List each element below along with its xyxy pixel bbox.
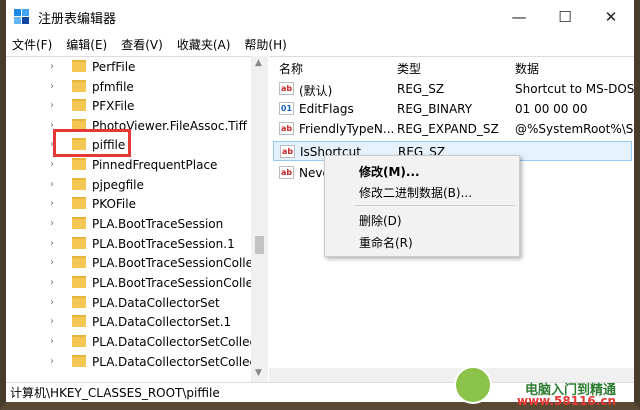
column-header-data[interactable]: 数据 — [515, 60, 539, 77]
tree-item-label: PLA.BootTraceSession — [92, 216, 224, 231]
chevron-right-icon[interactable]: › — [50, 356, 54, 367]
chevron-right-icon[interactable]: › — [50, 277, 54, 288]
tree-item-label: PFXFile — [92, 98, 135, 113]
folder-icon — [72, 276, 86, 288]
value-name: FriendlyTypeN... — [299, 122, 395, 136]
value-data: @%SystemRoot%\Sy — [515, 122, 634, 136]
registry-tree[interactable]: › PerfFile › pfmfile › PFXFile › PhotoViewer… — [6, 56, 268, 382]
folder-icon — [72, 197, 86, 209]
value-row[interactable]: ab FriendlyTypeN... REG_EXPAND_SZ @%Syst… — [269, 119, 634, 139]
tree-item-label: PKOFile — [92, 196, 136, 211]
folder-icon — [72, 217, 86, 229]
scrollbar-thumb[interactable] — [255, 236, 264, 254]
regedit-window: 注册表编辑器 — ☐ ✕ 文件(F) 编辑(E) 查看(V) 收藏夹(A) 帮助… — [0, 0, 640, 410]
tree-scrollbar[interactable]: ▲ ▼ — [251, 56, 268, 382]
annotation-highlight-box — [53, 129, 131, 157]
string-value-icon: ab — [279, 82, 294, 95]
watermark-logo-icon — [454, 366, 492, 404]
folder-icon — [72, 158, 86, 170]
context-menu: 修改(M)... 修改二进制数据(B)... 删除(D) 重命名(R) — [324, 155, 520, 257]
binary-value-icon: 01 — [279, 102, 294, 115]
tree-item-label: PLA.DataCollectorSet — [92, 295, 220, 310]
chevron-right-icon[interactable]: › — [50, 316, 54, 327]
tree-item-label: PLA.BootTraceSession.1 — [92, 236, 235, 251]
chevron-right-icon[interactable]: › — [50, 198, 54, 209]
folder-icon — [72, 60, 86, 72]
value-name: (默认) — [299, 84, 333, 98]
value-name: EditFlags — [299, 102, 354, 116]
tree-item-label: pjpegfile — [92, 177, 144, 192]
folder-icon — [72, 237, 86, 249]
tree-item-label: PLA.DataCollectorSetCollect — [92, 334, 261, 349]
value-row[interactable]: ab (默认) REG_SZ Shortcut to MS-DOS — [269, 79, 634, 99]
menu-favorites[interactable]: 收藏夹(A) — [177, 36, 231, 53]
chevron-right-icon[interactable]: › — [50, 179, 54, 190]
context-menu-modify[interactable]: 修改(M)... — [359, 163, 420, 180]
menu-help[interactable]: 帮助(H) — [244, 36, 286, 53]
scroll-down-icon[interactable]: ▼ — [255, 368, 262, 378]
tree-item-label: PLA.BootTraceSessionCollec — [92, 255, 260, 270]
context-menu-modify-binary[interactable]: 修改二进制数据(B)... — [359, 184, 472, 201]
chevron-right-icon[interactable]: › — [50, 336, 54, 347]
string-value-icon: ab — [280, 145, 295, 158]
watermark-url: www.58116.cn — [516, 394, 616, 408]
tree-item-label: PLA.DataCollectorSet.1 — [92, 314, 232, 329]
value-type: REG_BINARY — [397, 102, 473, 116]
minimize-button[interactable]: — — [496, 0, 542, 34]
folder-icon — [72, 178, 86, 190]
status-path: 计算机\HKEY_CLASSES_ROOT\piffile — [10, 386, 220, 400]
window-title: 注册表编辑器 — [38, 11, 117, 27]
close-button[interactable]: ✕ — [588, 0, 634, 34]
value-row[interactable]: 01 EditFlags REG_BINARY 01 00 00 00 — [269, 99, 634, 119]
tree-item-label: pfmfile — [92, 79, 134, 94]
folder-icon — [72, 296, 86, 308]
folder-icon — [72, 315, 86, 327]
value-type: REG_SZ — [397, 82, 445, 96]
chevron-right-icon[interactable]: › — [50, 238, 54, 249]
menu-view[interactable]: 查看(V) — [121, 36, 163, 53]
folder-icon — [72, 80, 86, 92]
context-menu-rename[interactable]: 重命名(R) — [359, 234, 413, 251]
chevron-right-icon[interactable]: › — [50, 218, 54, 229]
value-data: Shortcut to MS-DOS — [515, 82, 634, 96]
close-icon: ✕ — [604, 8, 618, 26]
folder-icon — [72, 99, 86, 111]
menu-edit[interactable]: 编辑(E) — [66, 36, 107, 53]
folder-icon — [72, 256, 86, 268]
column-header-name[interactable]: 名称 — [279, 60, 303, 77]
string-value-icon: ab — [279, 166, 294, 179]
tree-item-label: PLA.BootTraceSessionCollec — [92, 275, 260, 290]
tree-item-label: PLA.DataCollectorSetCollect — [92, 354, 261, 369]
minimize-icon: — — [511, 8, 527, 26]
tree-item-label: PerfFile — [92, 59, 136, 74]
column-header-type[interactable]: 类型 — [397, 60, 421, 77]
context-menu-separator — [355, 205, 515, 206]
value-data: 01 00 00 00 — [515, 102, 588, 116]
watermark: 电脑入门到精通 www.58116.cn — [454, 366, 622, 408]
chevron-right-icon[interactable]: › — [50, 257, 54, 268]
chevron-right-icon[interactable]: › — [50, 81, 54, 92]
scroll-up-icon[interactable]: ▲ — [255, 58, 262, 68]
context-menu-delete[interactable]: 删除(D) — [359, 212, 402, 229]
chevron-right-icon[interactable]: › — [50, 297, 54, 308]
chevron-right-icon[interactable]: › — [50, 159, 54, 170]
menu-bar: 文件(F) 编辑(E) 查看(V) 收藏夹(A) 帮助(H) — [6, 34, 634, 54]
title-bar: 注册表编辑器 — ☐ ✕ — [6, 0, 634, 34]
chevron-right-icon[interactable]: › — [50, 100, 54, 111]
maximize-icon: ☐ — [558, 8, 572, 26]
list-header: 名称 类型 数据 — [269, 57, 634, 77]
chevron-right-icon[interactable]: › — [50, 61, 54, 72]
maximize-button[interactable]: ☐ — [542, 0, 588, 34]
folder-icon — [72, 355, 86, 367]
menu-file[interactable]: 文件(F) — [12, 36, 52, 53]
value-type: REG_EXPAND_SZ — [397, 122, 499, 136]
regedit-app-icon — [14, 9, 30, 25]
tree-item-label: PinnedFrequentPlace — [92, 157, 218, 172]
string-value-icon: ab — [279, 122, 294, 135]
folder-icon — [72, 335, 86, 347]
